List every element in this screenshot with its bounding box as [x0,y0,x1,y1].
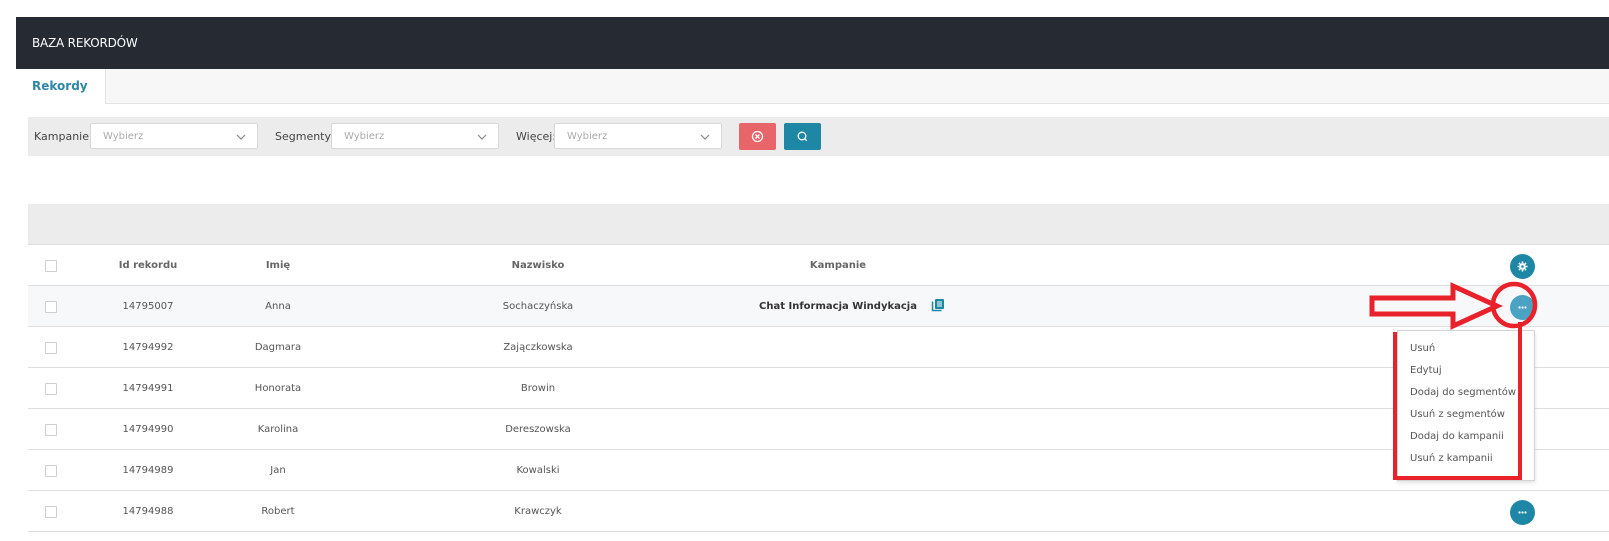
table-row[interactable]: 14794989 Jan Kowalski [28,450,1609,491]
column-header-id[interactable]: Id rekordu [98,245,198,285]
more-dots-icon [1518,511,1527,514]
cell-imie: Jan [270,464,286,476]
cell-nazwisko: Sochaczyńska [502,300,574,312]
menu-item-usun-z-kampanii[interactable]: Usuń z kampanii [1398,448,1534,470]
cell-nazwisko: Dereszowska [505,423,571,435]
table-row[interactable]: 14794991 Honorata Browin [28,368,1609,409]
tab-rekordy[interactable]: Rekordy [16,69,106,104]
cell-id: 14794991 [122,382,174,394]
table-row[interactable]: 14794990 Karolina Dereszowska [28,409,1609,450]
chevron-down-icon [700,134,710,140]
table-header-row: Id rekordu Imię Nazwisko Kampanie [28,244,1609,286]
cell-nazwisko: Browin [520,382,556,394]
table-row[interactable]: 14794992 Dagmara Zajączkowska [28,327,1609,368]
menu-item-dodaj-do-kampanii[interactable]: Dodaj do kampanii [1398,426,1534,448]
select-all-checkbox[interactable] [45,260,57,272]
cell-imie: Karolina [257,423,299,435]
menu-item-usun-z-segmentow[interactable]: Usuń z segmentów [1398,404,1534,426]
filter-bar: Kampanie: Wybierz Segmenty: Wybierz Więc… [28,117,1609,156]
menu-item-usun[interactable]: Usuń [1398,338,1534,360]
row-checkbox[interactable] [45,465,57,477]
cell-id: 14795007 [122,300,174,312]
table-toolbar [28,204,1609,244]
row-actions-button[interactable] [1510,295,1535,320]
menu-item-edytuj[interactable]: Edytuj [1398,360,1534,382]
cell-nazwisko: Zajączkowska [503,341,573,353]
row-checkbox[interactable] [45,506,57,518]
copy-icon[interactable] [931,298,945,312]
cell-id: 14794988 [122,505,174,517]
page-title: BAZA REKORDÓW [32,36,138,50]
row-checkbox[interactable] [45,301,57,313]
filter-segmenty-label: Segmenty: [275,130,334,143]
cell-imie: Anna [265,300,291,312]
column-header-kampanie[interactable]: Kampanie [718,245,958,285]
search-button[interactable] [784,123,821,150]
filter-wiecej-select[interactable]: Wybierz [554,123,722,149]
table-settings-button[interactable] [1510,254,1535,279]
cell-kampanie: Chat Informacja Windykacja [759,300,917,312]
row-checkbox[interactable] [45,424,57,436]
row-actions-button[interactable] [1510,500,1535,525]
filter-wiecej-placeholder: Wybierz [567,131,608,142]
column-header-imie[interactable]: Imię [228,245,328,285]
chevron-down-icon [477,134,487,140]
row-checkbox[interactable] [45,383,57,395]
chevron-down-icon [236,134,246,140]
top-header: BAZA REKORDÓW [16,17,1609,69]
filter-segmenty-select[interactable]: Wybierz [331,123,499,149]
filter-segmenty-placeholder: Wybierz [344,131,385,142]
search-icon [797,131,808,142]
filter-kampanie-placeholder: Wybierz [103,131,144,142]
filter-kampanie-select[interactable]: Wybierz [90,123,258,149]
cell-nazwisko: Kowalski [516,464,560,476]
filter-wiecej-label: Więcej: [516,130,557,143]
row-checkbox[interactable] [45,342,57,354]
cell-id: 14794990 [122,423,174,435]
gear-icon [1517,261,1528,272]
cell-nazwisko: Krawczyk [514,505,562,517]
more-dots-icon [1518,306,1527,309]
tab-bar: Rekordy [16,69,1609,104]
circle-x-icon [751,130,764,143]
table-row[interactable]: 14795007 Anna Sochaczyńska Chat Informac… [28,286,1609,327]
table-row[interactable]: 14794988 Robert Krawczyk [28,491,1609,532]
cell-imie: Dagmara [254,341,302,353]
menu-item-dodaj-do-segmentow[interactable]: Dodaj do segmentów [1398,382,1534,404]
records-table: Id rekordu Imię Nazwisko Kampanie 147950… [28,244,1609,532]
cell-imie: Robert [261,505,295,517]
cell-imie: Honorata [254,382,302,394]
filter-kampanie-label: Kampanie: [34,130,93,143]
column-header-nazwisko[interactable]: Nazwisko [418,245,658,285]
clear-filters-button[interactable] [739,123,776,150]
cell-id: 14794992 [122,341,174,353]
cell-id: 14794989 [122,464,174,476]
row-actions-menu: Usuń Edytuj Dodaj do segmentów Usuń z se… [1397,330,1535,481]
